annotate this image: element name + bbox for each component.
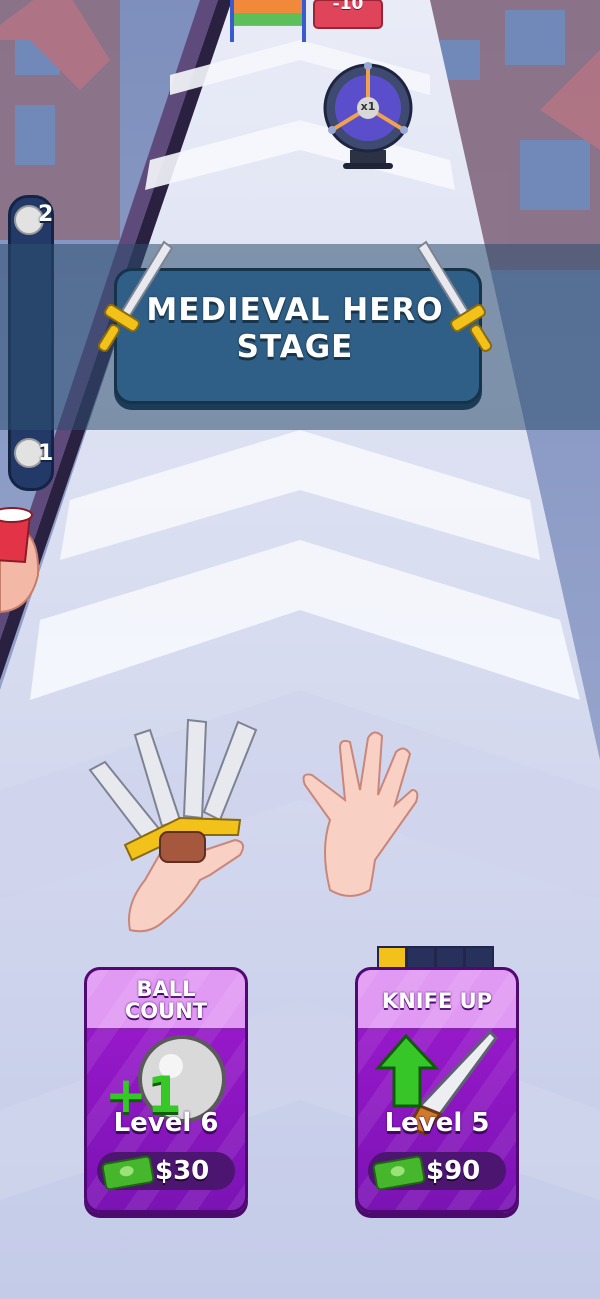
card-level: Level 6	[113, 1108, 219, 1138]
meter-top-value: 2	[38, 202, 54, 227]
money-icon	[371, 1154, 427, 1192]
target-multiplier: x1	[360, 100, 376, 113]
price-label: $30	[155, 1156, 210, 1186]
upgrade-progress-segment	[406, 946, 436, 969]
score-sign-value: -10	[332, 0, 364, 14]
stage-title: MEDIEVAL HERO STAGE	[146, 292, 444, 365]
price-label: $90	[426, 1156, 481, 1186]
money-icon	[100, 1154, 156, 1192]
ball-count-upgrade-button[interactable]: BALL COUNT +1 Level 6 $30	[84, 967, 248, 1213]
meter-bottom-value: 1	[38, 441, 54, 466]
price-pill: $90	[368, 1152, 506, 1192]
price-pill: $30	[97, 1152, 235, 1192]
card-title: BALL COUNT	[124, 977, 208, 1023]
game-scene: 2 1 -10 x1 MEDIEVAL HERO STAGE BALL COUN…	[0, 0, 600, 1299]
card-level: Level 5	[384, 1108, 490, 1138]
upgrade-progress-segment	[435, 946, 465, 969]
knife-up-upgrade-button[interactable]: KNIFE UP Level 5 $90	[355, 967, 519, 1213]
card-title: KNIFE UP	[381, 989, 493, 1013]
upgrade-progress-segment	[377, 946, 407, 969]
upgrade-progress-segment	[464, 946, 494, 969]
